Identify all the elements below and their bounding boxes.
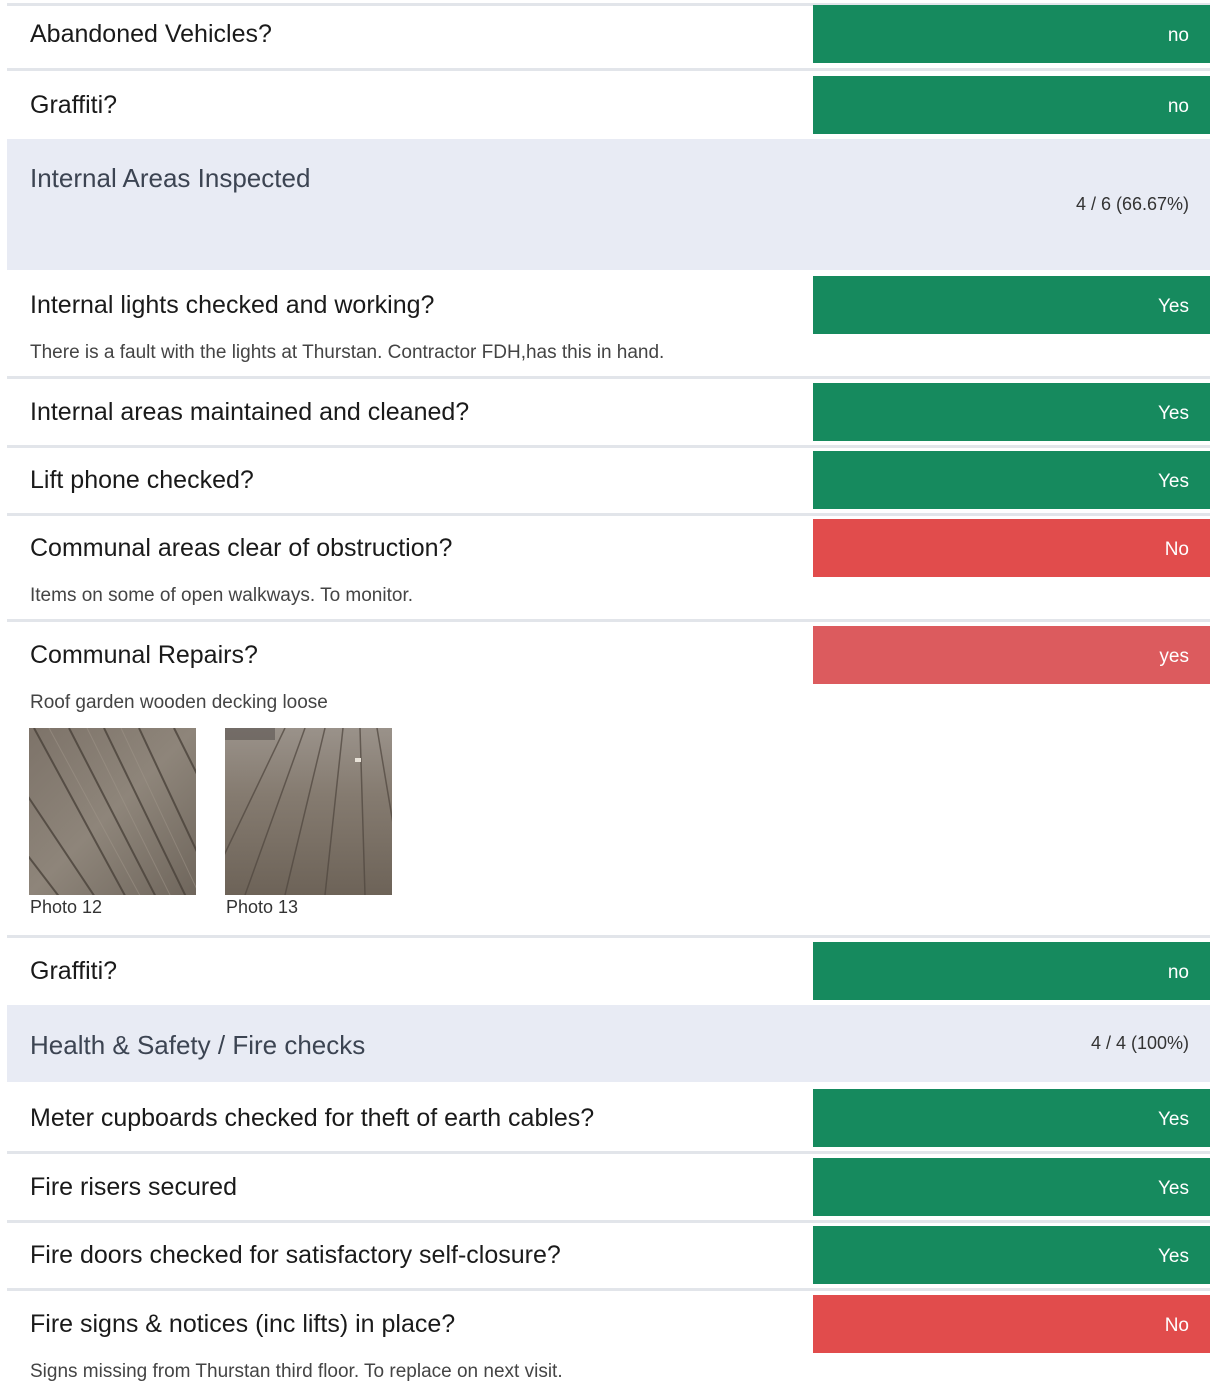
answer-badge: no [813,76,1210,134]
photo-thumbnail[interactable]: Photo 12 [29,728,196,919]
divider [7,1220,1210,1223]
answer-badge: Yes [813,1089,1210,1147]
divider [7,619,1210,622]
question-label: Internal areas maintained and cleaned? [30,398,470,426]
question-label: Internal lights checked and working? [30,291,435,319]
question-row-internal-areas-maintained: Internal areas maintained and cleaned? Y… [7,383,1210,441]
divider [7,935,1210,938]
question-row-graffiti-internal: Graffiti? no [7,942,1210,1000]
answer-badge: Yes [813,1226,1210,1284]
section-header-health-safety: Health & Safety / Fire checks 4 / 4 (100… [7,1005,1210,1082]
divider [7,68,1210,71]
section-title: Health & Safety / Fire checks [30,1030,366,1060]
question-row-internal-lights: Internal lights checked and working? Yes… [7,276,1210,376]
photo-thumbnail[interactable]: Photo 13 [225,728,392,919]
divider [7,513,1210,516]
question-label: Fire risers secured [30,1173,237,1201]
decking-photo-icon[interactable] [225,728,392,895]
answer-badge: Yes [813,276,1210,334]
answer-badge: Yes [813,383,1210,441]
answer-badge: no [813,942,1210,1000]
question-row-communal-areas-clear: Communal areas clear of obstruction? No … [7,519,1210,619]
section-header-internal-areas: Internal Areas Inspected 4 / 6 (66.67%) [7,139,1210,270]
answer-badge: no [813,5,1210,63]
answer-badge: Yes [813,1158,1210,1216]
question-label: Fire signs & notices (inc lifts) in plac… [30,1310,456,1338]
divider [7,1151,1210,1154]
question-note: Items on some of open walkways. To monit… [30,585,413,606]
question-label: Meter cupboards checked for theft of ear… [30,1104,595,1132]
divider [7,376,1210,379]
question-note: Signs missing from Thurstan third floor.… [30,1361,563,1382]
question-label: Lift phone checked? [30,466,254,494]
photo-gallery: Photo 12 Photo 13 [7,714,1210,935]
question-row-graffiti: Graffiti? no [7,76,1210,134]
question-label: Abandoned Vehicles? [30,20,272,48]
question-row-communal-repairs: Communal Repairs? yes Roof garden wooden… [7,626,1210,935]
question-note: Roof garden wooden decking loose [30,692,328,713]
question-label: Graffiti? [30,957,118,985]
divider [7,1288,1210,1291]
question-label: Fire doors checked for satisfactory self… [30,1241,561,1269]
question-row-fire-signs: Fire signs & notices (inc lifts) in plac… [7,1295,1210,1395]
divider [7,445,1210,448]
decking-photo-icon[interactable] [29,728,196,895]
answer-badge: No [813,1295,1210,1353]
section-score: 4 / 4 (100%) [1090,1033,1189,1053]
question-row-fire-doors: Fire doors checked for satisfactory self… [7,1226,1210,1284]
question-label: Graffiti? [30,91,118,119]
question-label: Communal areas clear of obstruction? [30,534,453,562]
section-score: 4 / 6 (66.67%) [1075,194,1189,214]
section-title: Internal Areas Inspected [30,163,311,193]
answer-badge: yes [813,626,1210,684]
question-row-fire-risers: Fire risers secured Yes [7,1158,1210,1216]
question-row-meter-cupboards: Meter cupboards checked for theft of ear… [7,1089,1210,1147]
answer-badge: No [813,519,1210,577]
question-row-abandoned-vehicles: Abandoned Vehicles? no [7,5,1210,63]
photo-caption: Photo 13 [226,897,299,917]
photo-caption: Photo 12 [30,897,103,917]
inspection-report: Abandoned Vehicles? no Graffiti? no Inte… [0,0,1210,1395]
question-note: There is a fault with the lights at Thur… [30,342,665,363]
answer-badge: Yes [813,451,1210,509]
question-label: Communal Repairs? [30,641,258,669]
question-row-lift-phone: Lift phone checked? Yes [7,451,1210,509]
